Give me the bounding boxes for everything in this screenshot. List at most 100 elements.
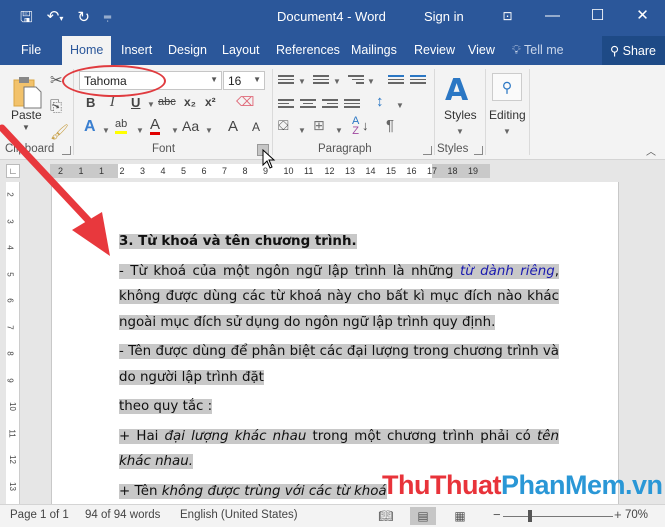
show-formatting-icon[interactable]: ¶: [386, 117, 394, 134]
borders-dropdown-icon[interactable]: ▼: [335, 126, 343, 135]
underline-dropdown-icon[interactable]: ▼: [147, 100, 155, 109]
ruler-tick-label: 16: [406, 166, 417, 176]
font-color-dropdown-icon[interactable]: ▼: [171, 126, 179, 135]
multilevel-dropdown-icon[interactable]: ▼: [367, 77, 375, 86]
numbering-icon[interactable]: [313, 73, 329, 86]
numbering-dropdown-icon[interactable]: ▼: [333, 77, 341, 86]
editing-button[interactable]: Editing: [489, 108, 526, 122]
font-size-combobox[interactable]: 16 ▼: [223, 71, 265, 90]
language-indicator[interactable]: English (United States): [180, 509, 298, 521]
cut-icon[interactable]: ✂: [50, 71, 63, 89]
sign-in-link[interactable]: Sign in: [424, 9, 464, 24]
tab-home[interactable]: Home: [62, 36, 112, 65]
decrease-indent-icon[interactable]: [388, 73, 404, 86]
change-case-button[interactable]: Aa: [182, 118, 199, 134]
find-icon[interactable]: ⚲: [492, 73, 522, 101]
line-spacing-icon[interactable]: ↕: [376, 93, 384, 110]
vertical-ruler-tick-label: 5: [5, 271, 15, 277]
read-mode-icon[interactable]: 📖︎: [373, 507, 399, 525]
tab-review[interactable]: Review: [414, 43, 455, 57]
bold-button[interactable]: B: [86, 95, 95, 110]
tab-references[interactable]: References: [276, 43, 340, 57]
font-size-value: 16: [228, 74, 242, 88]
paragraph-rule-1: + Hai đại lượng khác nhau trong một chươ…: [119, 424, 560, 475]
zoom-slider[interactable]: [503, 516, 613, 517]
change-case-dropdown-icon[interactable]: ▼: [205, 126, 213, 135]
undo-icon[interactable]: ↶▾: [47, 8, 64, 28]
increase-indent-icon[interactable]: [410, 73, 426, 86]
clear-formatting-icon[interactable]: ⌫: [236, 94, 254, 110]
superscript-button[interactable]: x²: [205, 95, 216, 109]
font-color-icon[interactable]: A: [150, 117, 161, 135]
italic-button[interactable]: I: [110, 95, 115, 110]
tab-view[interactable]: View: [468, 43, 495, 57]
justify-icon[interactable]: [344, 97, 360, 110]
chevron-down-icon[interactable]: ▼: [210, 75, 218, 84]
strikethrough-button[interactable]: abc: [158, 96, 176, 108]
print-layout-icon[interactable]: ▤: [410, 507, 436, 525]
line-spacing-dropdown-icon[interactable]: ▼: [396, 101, 404, 110]
ruler-tick-label: 7: [222, 166, 228, 176]
person-add-icon: ⚲: [610, 44, 620, 58]
bullets-dropdown-icon[interactable]: ▼: [298, 77, 306, 86]
redo-icon[interactable]: ↻: [77, 9, 90, 27]
quick-access-toolbar: 🖫 ↶▾ ↻ ═̣: [20, 8, 111, 28]
vertical-ruler-tick-label: 9: [5, 377, 15, 383]
text-run: + Hai: [119, 428, 165, 444]
window-controls: ⊡ — ☐ ✕: [485, 6, 665, 26]
vertical-ruler-tick-label: 6: [5, 298, 15, 303]
underline-button[interactable]: U: [131, 95, 140, 110]
ruler-tick-label: 19: [468, 166, 479, 176]
maximize-icon[interactable]: ☐: [575, 6, 620, 26]
ribbon-display-options-icon[interactable]: ⊡: [485, 6, 530, 26]
copy-icon[interactable]: ⎘: [50, 98, 62, 115]
web-layout-icon[interactable]: ▦: [447, 507, 473, 525]
styles-dialog-launcher[interactable]: [474, 146, 483, 155]
bullets-icon[interactable]: [278, 73, 294, 86]
shrink-font-button[interactable]: A: [252, 120, 260, 134]
paragraph-names: - Tên được dùng để phân biệt các đại lượ…: [119, 339, 559, 390]
shading-dropdown-icon[interactable]: ▼: [298, 126, 306, 135]
styles-dropdown-icon[interactable]: ▼: [456, 127, 464, 136]
sort-icon[interactable]: AZ: [352, 116, 359, 137]
shading-icon[interactable]: ⛋: [278, 117, 289, 134]
ruler-tick-label: 15: [386, 166, 397, 176]
save-icon[interactable]: 🖫: [20, 9, 33, 27]
collapse-ribbon-icon[interactable]: ︿: [646, 143, 656, 158]
borders-icon[interactable]: ⊞: [313, 117, 325, 134]
tab-mailings[interactable]: Mailings: [351, 43, 397, 57]
tell-me-search[interactable]: 💡︎ Tell me: [512, 43, 564, 58]
ruler-tick-label: 4: [160, 166, 166, 176]
zoom-level[interactable]: 70%: [625, 509, 648, 521]
zoom-in-button[interactable]: +: [614, 507, 622, 522]
word-count[interactable]: 94 of 94 words: [85, 509, 160, 521]
align-center-icon[interactable]: [300, 97, 316, 110]
mouse-cursor-icon: [262, 149, 276, 169]
multilevel-list-icon[interactable]: [348, 73, 364, 86]
document-content[interactable]: 3. Từ khoá và tên chương trình. - Từ kho…: [119, 229, 560, 508]
customize-qat-icon[interactable]: ═̣: [104, 9, 111, 27]
styles-icon[interactable]: A: [445, 73, 468, 108]
align-left-icon[interactable]: [278, 97, 294, 110]
paste-icon[interactable]: [12, 75, 42, 109]
chevron-down-icon[interactable]: ▼: [253, 75, 261, 84]
text-run: trong một chương trình phải có: [306, 428, 538, 444]
share-button[interactable]: ⚲ Share: [602, 36, 665, 65]
close-icon[interactable]: ✕: [620, 6, 665, 26]
tab-layout[interactable]: Layout: [222, 43, 260, 57]
subscript-button[interactable]: x₂: [184, 95, 196, 109]
paragraph-group-label: Paragraph: [318, 143, 372, 155]
styles-button[interactable]: Styles: [444, 108, 477, 122]
tab-design[interactable]: Design: [168, 43, 207, 57]
page-count[interactable]: Page 1 of 1: [10, 509, 69, 521]
window-title: Document4 - Word: [277, 9, 386, 24]
grow-font-button[interactable]: A: [228, 118, 238, 135]
zoom-slider-thumb[interactable]: [527, 510, 532, 522]
tab-file[interactable]: File: [21, 43, 41, 57]
editing-dropdown-icon[interactable]: ▼: [503, 127, 511, 136]
minimize-icon[interactable]: —: [530, 6, 575, 26]
zoom-out-button[interactable]: −: [493, 507, 501, 522]
paragraph-dialog-launcher[interactable]: [423, 146, 432, 155]
tab-insert[interactable]: Insert: [121, 43, 152, 57]
align-right-icon[interactable]: [322, 97, 338, 110]
